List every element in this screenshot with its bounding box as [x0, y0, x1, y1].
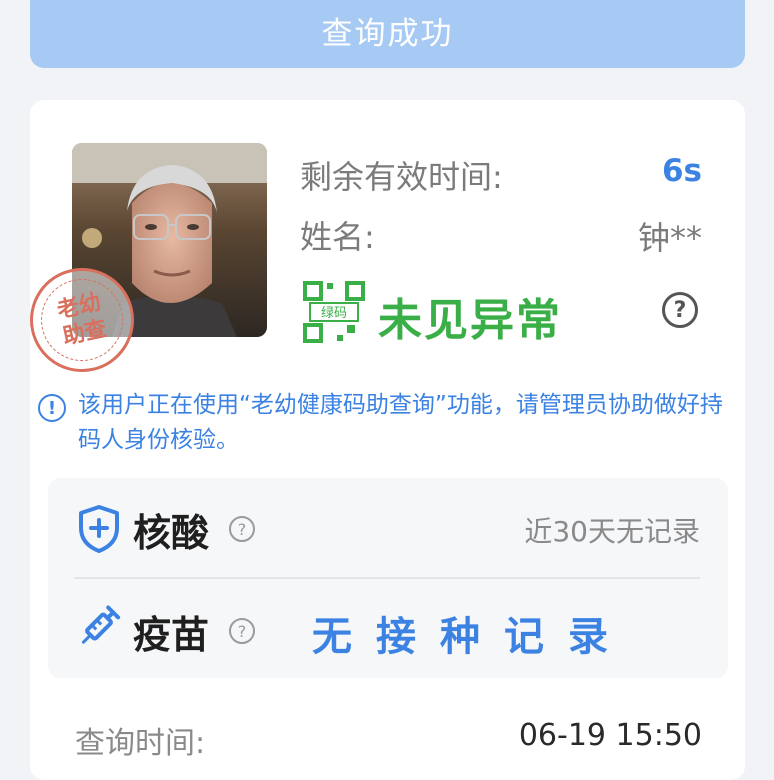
nucleic-acid-label: 核酸	[133, 511, 210, 555]
help-icon[interactable]: ?	[662, 292, 698, 328]
remaining-time-value: 6s	[661, 153, 702, 189]
green-code-badge-text: 绿码	[321, 306, 347, 321]
syringe-icon	[74, 605, 124, 655]
info-icon: !	[38, 394, 66, 422]
query-time-value: 06-19 15:50	[518, 718, 702, 753]
nucleic-acid-help-icon[interactable]: ?	[229, 516, 255, 542]
vaccine-help-icon[interactable]: ?	[229, 618, 255, 644]
records-divider	[74, 577, 700, 579]
health-status: 未见异常	[378, 295, 562, 346]
name-label: 姓名:	[300, 218, 375, 256]
name-value: 钟**	[637, 219, 702, 257]
vaccine-value: 无接种记录	[312, 614, 632, 660]
query-success-banner: 查询成功	[30, 0, 745, 68]
remaining-time-label: 剩余有效时间:	[300, 158, 503, 196]
green-code-icon: 绿码	[303, 281, 365, 343]
verification-notice: 该用户正在使用“老幼健康码助查询”功能，请管理员协助做好持码人身份核验。	[78, 392, 723, 453]
query-time-label: 查询时间:	[75, 726, 206, 761]
shield-plus-icon	[76, 504, 122, 558]
vaccine-label: 疫苗	[133, 613, 210, 657]
nucleic-acid-value: 近30天无记录	[524, 515, 700, 548]
